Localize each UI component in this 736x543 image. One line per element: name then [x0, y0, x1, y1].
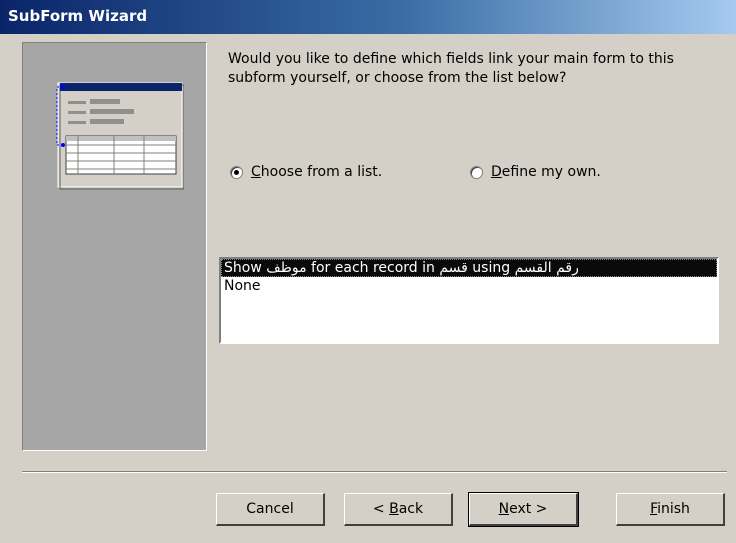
choose-from-list-label[interactable]: Choose from a list.	[251, 164, 382, 180]
radio-unchecked-icon[interactable]	[470, 165, 483, 179]
choose-from-list-option[interactable]: Choose from a list.	[230, 162, 382, 182]
cancel-button[interactable]: Cancel	[216, 493, 325, 526]
next-button[interactable]: Next >	[468, 492, 579, 527]
finish-button[interactable]: Finish	[616, 493, 725, 526]
back-button[interactable]: < Back	[344, 493, 453, 526]
radio-checked-icon[interactable]	[230, 165, 243, 179]
finish-button-label: Finish	[650, 501, 690, 517]
list-item-selected[interactable]: Show موظف for each record in قسم using ر…	[221, 259, 717, 277]
link-fields-listbox[interactable]: Show موظف for each record in قسم using ر…	[219, 257, 719, 344]
cancel-button-label: Cancel	[246, 501, 294, 517]
form-subform-preview-illustration	[56, 82, 184, 190]
define-my-own-option[interactable]: Define my own.	[470, 162, 601, 182]
link-instructions: Would you like to define which fields li…	[228, 51, 674, 86]
window-title: SubForm Wizard	[8, 7, 148, 25]
next-button-label: Next >	[498, 501, 548, 517]
button-separator	[22, 471, 727, 473]
list-item-none[interactable]: None	[221, 277, 717, 295]
back-button-label: < Back	[372, 501, 424, 517]
define-my-own-label[interactable]: Define my own.	[491, 164, 601, 180]
title-bar[interactable]: SubForm Wizard	[0, 0, 736, 34]
wizard-side-panel	[22, 42, 207, 451]
